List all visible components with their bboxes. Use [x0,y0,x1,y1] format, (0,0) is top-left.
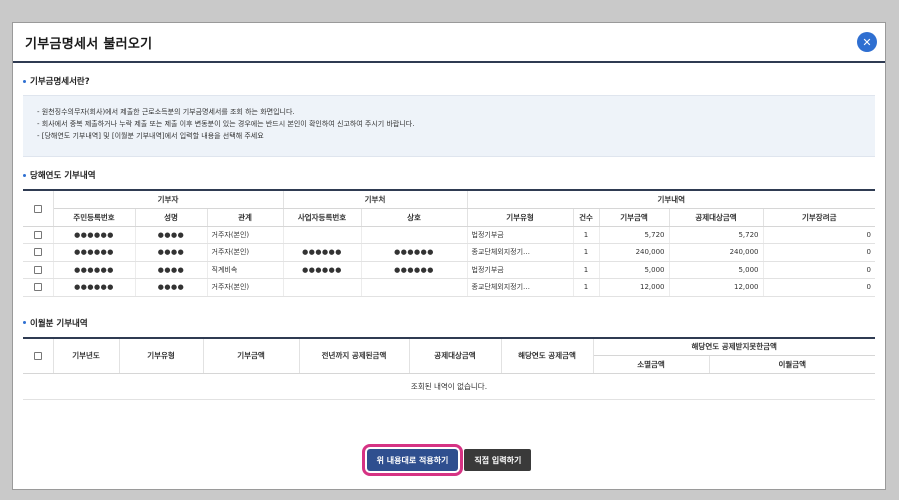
section-about: 기부금명세서란? [23,75,875,87]
col-type: 기부유형 [467,208,574,227]
section-carryover-title: 이월분 기부내역 [30,318,88,329]
group-not-deducted: 해당연도 공제받지못한금액 [593,337,875,356]
cell-amount: 5,000 [599,261,670,279]
button-row: 위 내용대로 적용하기 직접 입력하기 [13,444,885,476]
cell-type: 법정기부금 [467,226,574,244]
col-count: 건수 [573,208,600,227]
cell-deductible: 5,000 [669,261,764,279]
bullet-icon [23,321,26,324]
cell-relation: 거주자(본인) [207,278,284,297]
table-row[interactable]: ●●●●●● ●●●● 거주자(본인) 법정기부금 1 5,720 5,720 … [23,226,875,244]
cell-name: ●●●● [135,226,208,244]
col-year: 기부년도 [53,337,120,374]
close-icon[interactable]: ✕ [857,32,877,52]
cell-count: 1 [573,243,600,262]
col-type: 기부유형 [119,337,204,374]
select-all-checkbox[interactable] [33,204,42,213]
cell-type: 종교단체외지정기… [467,278,574,297]
col-current-deduction: 해당연도 공제금액 [501,337,594,374]
col-prior-deducted: 전년까지 공제된금액 [299,337,410,374]
col-name: 성명 [135,208,208,227]
col-amount: 기부금액 [599,208,670,227]
col-company: 상호 [361,208,468,227]
col-bizno: 사업자등록번호 [283,208,362,227]
col-deductible: 공제대상금액 [409,337,502,374]
current-donation-table: 기부자 기부처 기부내역 주민등록번호 성명 관계 사업자등록번호 상호 기부유… [23,189,875,297]
cell-name: ●●●● [135,243,208,262]
row-checkbox[interactable] [33,248,42,257]
section-carryover: 이월분 기부내역 [23,317,875,329]
section-current: 당해연도 기부내역 [23,169,875,181]
group-donor: 기부자 [53,190,284,209]
cell-rrn: ●●●●●● [53,243,136,262]
modal-content: 기부금명세서란? - 원천징수의무자(회사)에서 제출한 근로소득분의 기부금명… [13,75,885,400]
cell-amount: 240,000 [599,243,670,262]
cell-rrn: ●●●●●● [53,261,136,279]
cell-type: 법정기부금 [467,261,574,279]
cell-name: ●●●● [135,261,208,279]
cell-relation: 거주자(본인) [207,243,284,262]
manual-input-button[interactable]: 직접 입력하기 [464,449,532,471]
cell-relation: 거주자(본인) [207,226,284,244]
row-checkbox[interactable] [33,230,42,239]
cell-amount: 12,000 [599,278,670,297]
cell-rrn: ●●●●●● [53,226,136,244]
info-line: - 회사에서 중복 제출하거나 누락 제출 또는 제출 이후 변동분이 있는 경… [37,120,415,128]
apply-button[interactable]: 위 내용대로 적용하기 [361,444,464,476]
cell-bizno [283,226,362,244]
modal-title: 기부금명세서 불러오기 [25,36,153,52]
cell-count: 1 [573,261,600,279]
select-all-cell [23,190,54,227]
group-recipient: 기부처 [283,190,468,209]
select-all-checkbox[interactable] [33,352,42,361]
col-incentive: 기부장려금 [763,208,875,227]
col-amount: 기부금액 [203,337,300,374]
col-deductible: 공제대상금액 [669,208,764,227]
cell-bizno: ●●●●●● [283,243,362,262]
empty-row: 조회된 내역이 없습니다. [23,373,875,400]
cell-relation: 직계비속 [207,261,284,279]
modal-header: 기부금명세서 불러오기 ✕ [13,23,885,63]
cell-type: 종교단체외지정기… [467,243,574,262]
cell-incentive: 0 [763,243,875,262]
donation-statement-modal: 기부금명세서 불러오기 ✕ 기부금명세서란? - 원천징수의무자(회사)에서 제… [12,22,886,490]
cell-count: 1 [573,226,600,244]
cell-name: ●●●● [135,278,208,297]
row-checkbox[interactable] [33,265,42,274]
cell-incentive: 0 [763,261,875,279]
cell-incentive: 0 [763,226,875,244]
info-line: - 원천징수의무자(회사)에서 제출한 근로소득분의 기부금명세서를 조회 하는… [37,108,295,116]
cell-incentive: 0 [763,278,875,297]
table-row[interactable]: ●●●●●● ●●●● 거주자(본인) ●●●●●● ●●●●●● 종교단체외지… [23,243,875,262]
cell-deductible: 240,000 [669,243,764,262]
empty-message: 조회된 내역이 없습니다. [23,373,875,400]
col-relation: 관계 [207,208,284,227]
cell-count: 1 [573,278,600,297]
cell-company: ●●●●●● [361,261,468,279]
info-box: - 원천징수의무자(회사)에서 제출한 근로소득분의 기부금명세서를 조회 하는… [23,95,875,157]
cell-deductible: 5,720 [669,226,764,244]
col-carried: 이월금액 [709,355,875,374]
select-all-cell [23,337,54,374]
col-expired: 소멸금액 [593,355,710,374]
cell-company [361,226,468,244]
cell-bizno: ●●●●●● [283,261,362,279]
cell-amount: 5,720 [599,226,670,244]
carryover-donation-table: 기부년도 기부유형 기부금액 전년까지 공제된금액 공제대상금액 해당연도 공제… [23,336,875,400]
table-row[interactable]: ●●●●●● ●●●● 직계비속 ●●●●●● ●●●●●● 법정기부금 1 5… [23,261,875,279]
bullet-icon [23,173,26,177]
section-about-title: 기부금명세서란? [30,77,90,87]
cell-deductible: 12,000 [669,278,764,297]
cell-company: ●●●●●● [361,243,468,262]
row-checkbox[interactable] [33,283,42,292]
cell-rrn: ●●●●●● [53,278,136,297]
info-line: - [당해연도 기부내역] 및 [이월분 기부내역]에서 입력할 내용을 선택해… [37,132,264,140]
cell-bizno [283,278,362,297]
cell-company [361,278,468,297]
col-rrn: 주민등록번호 [53,208,136,227]
section-current-title: 당해연도 기부내역 [30,171,96,181]
group-details: 기부내역 [467,190,875,209]
table-row[interactable]: ●●●●●● ●●●● 거주자(본인) 종교단체외지정기… 1 12,000 1… [23,278,875,297]
bullet-icon [23,79,26,83]
